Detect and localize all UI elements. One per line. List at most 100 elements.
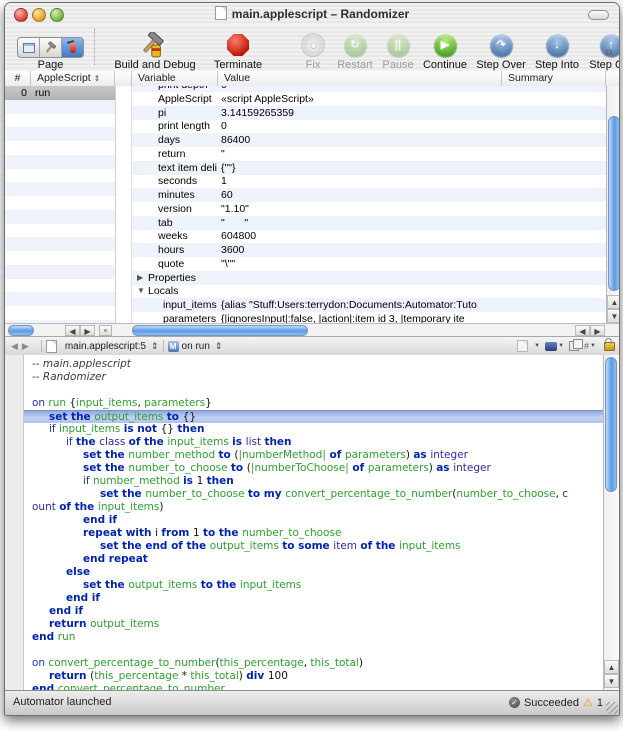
code-line: repeat with i from 1 to the number_to_ch…	[24, 527, 604, 540]
counterpart-icon[interactable]	[569, 341, 579, 351]
variable-row[interactable]: quote"\""	[132, 257, 607, 271]
code-scroll-up-arrow[interactable]: ▲	[604, 660, 619, 674]
variable-row[interactable]: return"	[132, 147, 607, 161]
vars-scroll-left-arrow[interactable]: ◀	[575, 325, 590, 336]
warning-icon[interactable]: ⚠	[583, 696, 593, 709]
toolbar-button-continue[interactable]: ▶ Continue	[419, 25, 471, 71]
circle-shape: ▶	[434, 34, 457, 57]
toolbar-button-step-out[interactable]: ↑Step Out	[585, 25, 620, 71]
variable-row[interactable]: input_items{alias "Stuff:Users:terrydon:…	[132, 298, 607, 312]
toolbar-button-label: Continue	[423, 59, 467, 71]
code-line: return (this_percentage * this_total) di…	[24, 670, 604, 683]
variable-name: tab	[158, 216, 217, 230]
variable-row[interactable]: tab" "	[132, 216, 607, 230]
scroll-down-arrow[interactable]: ▼	[607, 309, 619, 323]
variable-row[interactable]: seconds1	[132, 174, 607, 188]
title-bar[interactable]: main.applescript – Randomizer	[5, 3, 619, 26]
file-popup[interactable]: main.applescript:5 ⇕	[46, 340, 159, 353]
stop-octagon-icon	[227, 32, 249, 58]
variable-row[interactable]: ▼Locals	[132, 284, 607, 298]
variable-row[interactable]: version"1.10"	[132, 202, 607, 216]
toolbar-button-step-over[interactable]: ↷Step Over	[473, 25, 529, 71]
variable-name: Properties	[148, 271, 217, 285]
stack-row[interactable]: 0run	[5, 86, 115, 100]
line-number-icon[interactable]: #▼	[584, 341, 596, 351]
disclosure-expanded-icon[interactable]: ▼	[137, 284, 145, 298]
variable-value: «script AppleScript»	[221, 92, 605, 106]
variable-value: 86400	[221, 133, 605, 147]
nav-back-forward[interactable]: ◀▶	[11, 341, 33, 352]
toolbar-button-label: Restart	[337, 59, 372, 71]
toolbar-toggle-button[interactable]	[588, 10, 609, 20]
toolbar-button-fix[interactable]: Fix	[295, 25, 331, 71]
column-header-num[interactable]: #	[5, 71, 31, 86]
segment-build[interactable]	[40, 38, 62, 57]
toolbar-button-pause[interactable]: ||Pause	[379, 25, 417, 71]
forward-icon[interactable]: ▶	[22, 341, 33, 351]
column-header-summary[interactable]: Summary	[502, 71, 606, 86]
vars-scroll-right-arrow[interactable]: ▶	[590, 325, 605, 336]
stack-hscrollbar[interactable]	[7, 325, 63, 336]
back-icon[interactable]: ◀	[11, 341, 22, 351]
segment-debug[interactable]	[62, 38, 83, 57]
variables-vscroll-thumb[interactable]	[608, 116, 619, 291]
status-message: Automator launched	[13, 696, 111, 708]
variable-name: seconds	[158, 174, 217, 188]
breakpoint-gutter[interactable]	[5, 355, 24, 690]
code-line: -- Randomizer	[24, 371, 604, 384]
current-execution-line: ➤set the output_items to {}	[24, 410, 604, 423]
variables-hscrollbar[interactable]	[131, 325, 571, 336]
variable-row[interactable]: minutes60	[132, 188, 607, 202]
variable-row[interactable]: weeks604800	[132, 229, 607, 243]
variables-vscrollbar[interactable]: ▲ ▼	[606, 86, 619, 323]
scope-stepper-icon[interactable]: ⇕	[215, 341, 223, 352]
code-editor[interactable]: -- main.applescript-- Randomizeron run {…	[5, 355, 619, 690]
variable-value: {|ignoresInput|:false, |action|:item id …	[221, 312, 605, 323]
pane-splitter-grip[interactable]	[99, 325, 112, 336]
file-stepper-icon[interactable]: ⇕	[151, 341, 159, 352]
circ-green-icon: ↻	[344, 32, 367, 58]
segment-editor[interactable]	[18, 38, 40, 57]
code-line: if input_items is not {} then	[24, 423, 604, 436]
stack-hscroll-thumb[interactable]	[8, 325, 34, 336]
scroll-up-arrow[interactable]: ▲	[607, 295, 619, 309]
variables-hscroll-thumb[interactable]	[132, 325, 308, 336]
screenshot-stage: main.applescript – Randomizer Page Build…	[0, 0, 623, 731]
disclosure-collapsed-icon[interactable]: ▶	[137, 271, 143, 285]
variable-value: "	[221, 147, 605, 161]
variables-pane[interactable]: print depth0AppleScript«script AppleScri…	[131, 86, 607, 323]
bookmarks-icon[interactable]: ▼	[517, 340, 540, 352]
variable-row[interactable]: parameters{|ignoresInput|:false, |action…	[132, 312, 607, 323]
column-header-variable[interactable]: Variable	[131, 71, 218, 86]
toolbar-button-step-into[interactable]: ↓Step Into	[531, 25, 583, 71]
variable-row[interactable]: ▶ Properties	[132, 271, 607, 285]
toolbar-overflow-chevron[interactable]: »	[605, 43, 613, 60]
stop-shape	[227, 34, 249, 56]
lock-icon[interactable]	[604, 342, 615, 351]
toolbar-button-build-and-debug[interactable]: Build and Debug	[109, 25, 201, 71]
variable-row[interactable]: text item delimi{""}	[132, 161, 607, 175]
code-scroll-down-arrow[interactable]: ▼	[604, 674, 619, 688]
toolbar-button-restart[interactable]: ↻Restart	[333, 25, 377, 71]
variable-row[interactable]: hours3600	[132, 243, 607, 257]
succeeded-label[interactable]: Succeeded	[524, 697, 579, 709]
column-header-applescript[interactable]: AppleScript ⇕	[31, 71, 115, 86]
variable-row[interactable]: pi3.14159265359	[132, 106, 607, 120]
breakpoints-icon[interactable]: ▼	[545, 342, 564, 351]
toolbar-button-terminate[interactable]: Terminate	[207, 25, 269, 71]
variable-row[interactable]: AppleScript «script AppleScript»	[132, 92, 607, 106]
resize-grip[interactable]	[606, 702, 618, 714]
variable-name: AppleScript	[158, 92, 217, 106]
warning-count[interactable]: 1	[597, 697, 603, 709]
column-header-value[interactable]: Value	[218, 71, 502, 86]
scope-popup[interactable]: M on run ⇕	[168, 341, 223, 352]
stack-scroll-left-arrow[interactable]: ◀	[65, 325, 80, 336]
code-vscroll-thumb[interactable]	[605, 357, 617, 492]
stack-scroll-right-arrow[interactable]: ▶	[80, 325, 95, 336]
code-vscrollbar[interactable]: ▲ ▼	[603, 355, 619, 690]
circle-shape: ||	[387, 34, 410, 57]
variable-row[interactable]: days86400	[132, 133, 607, 147]
call-stack-pane[interactable]: 0run	[5, 86, 116, 323]
stack-empty-row	[5, 265, 115, 279]
variable-row[interactable]: print length0	[132, 119, 607, 133]
